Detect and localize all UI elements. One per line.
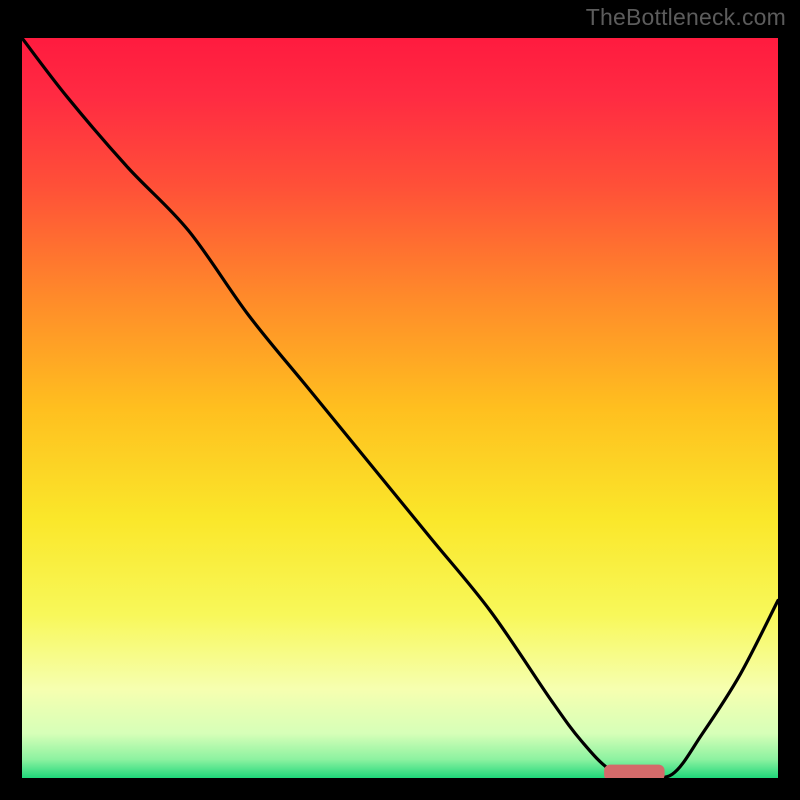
chart-svg [22,38,778,778]
target-marker [604,765,664,778]
chart-frame [12,28,788,788]
gradient-background [22,38,778,778]
watermark-text: TheBottleneck.com [586,4,786,31]
plot-area [22,38,778,778]
